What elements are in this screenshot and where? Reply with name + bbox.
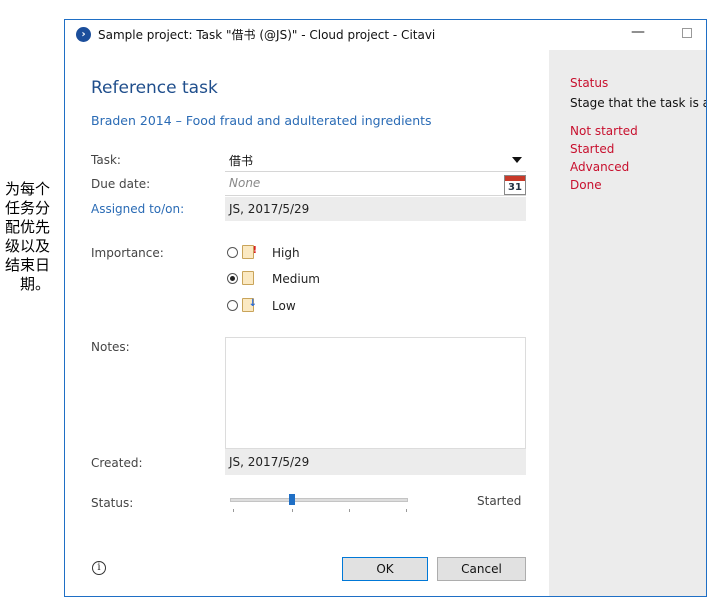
- task-dialog: › Sample project: Task "借书 (@JS)" - Clou…: [64, 19, 707, 597]
- help-pane: Status Stage that the task is a Not star…: [549, 50, 706, 596]
- reference-link[interactable]: Braden 2014 – Food fraud and adulterated…: [91, 113, 432, 128]
- assigned-field: JS, 2017/5/29: [225, 197, 526, 221]
- high-priority-icon: !: [242, 245, 257, 259]
- created-value: JS, 2017/5/29: [229, 455, 310, 469]
- low-priority-icon: ↓: [242, 298, 257, 312]
- info-icon[interactable]: i: [92, 561, 106, 575]
- help-status-item: Started: [570, 142, 615, 156]
- side-annotation: 为每个任务分配优先级以及结束日期。: [4, 180, 50, 293]
- task-label: Task:: [91, 153, 121, 167]
- importance-low-label: Low: [272, 299, 296, 313]
- help-status-item: Done: [570, 178, 602, 192]
- help-status-item: Not started: [570, 124, 638, 138]
- calendar-icon[interactable]: 31: [504, 175, 526, 195]
- page-title: Reference task: [91, 78, 218, 98]
- slider-tick: [349, 509, 350, 512]
- radio-low[interactable]: [227, 300, 238, 311]
- assigned-value: JS, 2017/5/29: [229, 202, 310, 216]
- task-value: 借书: [229, 154, 254, 168]
- radio-high[interactable]: [227, 247, 238, 258]
- slider-tick: [233, 509, 234, 512]
- radio-medium[interactable]: [227, 273, 238, 284]
- ok-button[interactable]: OK: [342, 557, 428, 581]
- due-date-placeholder: None: [229, 176, 261, 190]
- importance-label: Importance:: [91, 246, 164, 260]
- window-title: Sample project: Task "借书 (@JS)" - Cloud …: [98, 28, 436, 42]
- status-slider-thumb[interactable]: [289, 494, 295, 505]
- citavi-logo-icon: ›: [76, 27, 91, 42]
- importance-medium-label: Medium: [272, 272, 320, 286]
- created-label: Created:: [91, 456, 143, 470]
- calendar-day: 31: [508, 182, 522, 193]
- title-bar: › Sample project: Task "借书 (@JS)" - Clou…: [65, 20, 706, 50]
- assigned-label[interactable]: Assigned to/on:: [91, 202, 184, 216]
- status-value: Started: [477, 494, 522, 508]
- status-slider-track[interactable]: [230, 498, 408, 502]
- created-field: JS, 2017/5/29: [225, 449, 526, 475]
- notes-label: Notes:: [91, 340, 130, 354]
- help-status-list: Not started Started Advanced Done: [570, 122, 638, 194]
- help-description: Stage that the task is a: [570, 96, 707, 110]
- help-status-item: Advanced: [570, 160, 630, 174]
- chevron-down-icon[interactable]: [512, 157, 522, 163]
- medium-priority-icon: [242, 271, 254, 285]
- due-date-field[interactable]: None 31: [225, 172, 526, 196]
- help-title: Status: [570, 76, 609, 90]
- cancel-button[interactable]: Cancel: [437, 557, 526, 581]
- minimize-icon[interactable]: —: [631, 24, 645, 40]
- slider-tick: [292, 509, 293, 512]
- status-label: Status:: [91, 496, 134, 510]
- maximize-icon[interactable]: [682, 28, 692, 38]
- slider-tick: [406, 509, 407, 512]
- notes-textarea[interactable]: [225, 337, 526, 449]
- task-dropdown[interactable]: 借书: [225, 148, 526, 172]
- due-date-label: Due date:: [91, 177, 151, 191]
- importance-high-label: High: [272, 246, 300, 260]
